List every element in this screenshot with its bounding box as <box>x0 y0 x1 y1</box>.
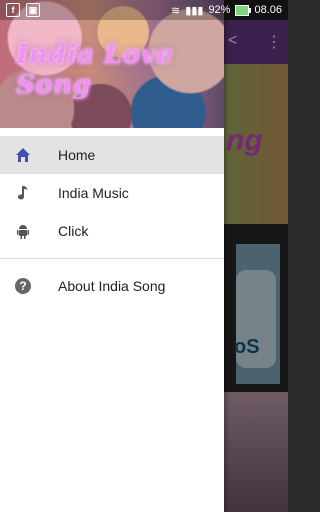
menu-item-label: About India Song <box>58 278 166 294</box>
menu-item-label: Click <box>58 223 89 239</box>
menu-item-label: Home <box>58 147 96 163</box>
home-icon <box>14 146 32 164</box>
drawer-menu: Home India Music Click ? About India Son… <box>0 128 224 305</box>
android-icon <box>14 222 32 240</box>
image-notification-icon: ▣ <box>26 3 40 17</box>
clock: 08.06 <box>254 4 282 16</box>
battery-percent: 92% <box>208 4 231 16</box>
menu-item-about[interactable]: ? About India Song <box>0 267 224 305</box>
menu-item-india-music[interactable]: India Music <box>0 174 224 212</box>
music-note-icon <box>14 184 32 202</box>
menu-item-click[interactable]: Click <box>0 212 224 250</box>
menu-item-label: India Music <box>58 185 129 201</box>
navigation-drawer: India Love Song Home India Music Click ?… <box>0 0 224 512</box>
status-left: f ▣ <box>0 3 40 17</box>
menu-divider <box>0 258 224 259</box>
signal-icon: ▮▮▮ <box>185 4 204 17</box>
wifi-icon: ≋ <box>171 4 181 17</box>
menu-item-home[interactable]: Home <box>0 136 224 174</box>
facebook-notification-icon: f <box>6 3 20 17</box>
drawer-header-title: India Love Song <box>16 40 174 100</box>
battery-icon <box>235 4 252 16</box>
status-right: ≋ ▮▮▮ 92% 08.06 <box>171 4 288 17</box>
status-bar: f ▣ ≋ ▮▮▮ 92% 08.06 <box>0 0 288 20</box>
help-icon: ? <box>14 277 32 295</box>
